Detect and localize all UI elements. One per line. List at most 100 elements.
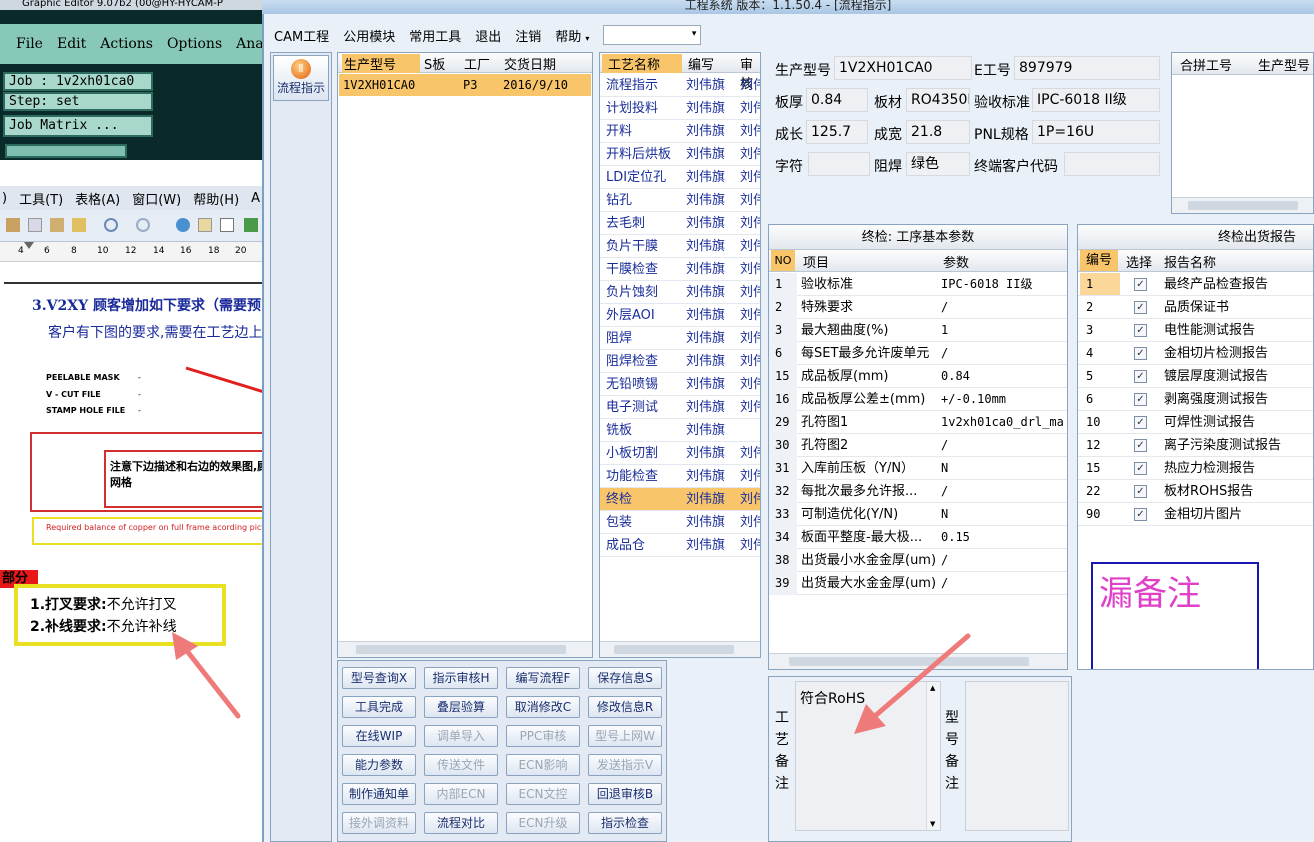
field-character[interactable] <box>808 152 870 176</box>
menu-combo-box[interactable]: ▾ <box>603 25 702 45</box>
col-model[interactable]: 生产型号 <box>342 54 420 73</box>
action-button[interactable]: 指示检查 <box>588 812 662 834</box>
table-row[interactable]: 30 孔符图2 / <box>769 434 1067 457</box>
action-button[interactable]: 能力参数 <box>342 754 416 776</box>
table-row[interactable]: 2 ✓ 品质保证书 <box>1078 296 1313 319</box>
checkbox[interactable]: ✓ <box>1134 462 1147 475</box>
action-button[interactable]: 内部ECN <box>424 783 498 805</box>
action-button[interactable]: 修改信息R <box>588 696 662 718</box>
combine-hscrollbar[interactable] <box>1172 197 1313 213</box>
word-menu-window[interactable]: 窗口(W) <box>132 189 181 208</box>
format-painter-icon[interactable] <box>72 218 86 232</box>
scroll-thumb[interactable] <box>356 645 566 654</box>
table-row[interactable]: 阻焊 刘伟旗刘伟 <box>600 327 760 350</box>
scroll-thumb[interactable] <box>614 645 734 654</box>
menu-help[interactable]: 帮助 ▾ <box>555 26 589 45</box>
table-row[interactable]: 16 成品板厚公差±(mm) +/-0.10mm <box>769 388 1067 411</box>
action-button[interactable]: 保存信息S <box>588 667 662 689</box>
checkbox[interactable]: ✓ <box>1134 278 1147 291</box>
table-row[interactable]: 39 出货最大水金金厚(um) / <box>769 572 1067 595</box>
menu-options[interactable]: Options <box>167 36 222 52</box>
col-s-board[interactable]: S板 <box>424 54 445 73</box>
field-length[interactable]: 125.7 <box>806 120 868 144</box>
field-solder-mask[interactable]: 绿色 <box>906 152 970 176</box>
redo-icon[interactable] <box>136 218 150 232</box>
table-row[interactable]: 功能检查 刘伟旗刘伟 <box>600 465 760 488</box>
table-row[interactable]: 去毛刺 刘伟旗刘伟 <box>600 212 760 235</box>
col-report-name[interactable]: 报告名称 <box>1164 252 1216 271</box>
table-row[interactable]: 15 ✓ 热应力检测报告 <box>1078 457 1313 480</box>
table-row[interactable]: 2 特殊要求 / <box>769 296 1067 319</box>
table-row[interactable]: 负片蚀刻 刘伟旗刘伟 <box>600 281 760 304</box>
table-row[interactable]: 90 ✓ 金相切片图片 <box>1078 503 1313 526</box>
tables-icon[interactable] <box>198 218 212 232</box>
table-row[interactable]: 29 孔符图1 1v2xh01ca0_drl_ma. <box>769 411 1067 434</box>
copy-icon[interactable] <box>28 218 42 232</box>
table-row[interactable]: 包装 刘伟旗刘伟 <box>600 511 760 534</box>
menu-exit[interactable]: 退出 <box>475 26 501 45</box>
menu-file[interactable]: File <box>16 36 43 52</box>
menu-public-module[interactable]: 公用模块 <box>343 26 395 45</box>
col-combine-model[interactable]: 生产型号 <box>1258 55 1310 74</box>
table-row[interactable]: 干膜检查 刘伟旗刘伟 <box>600 258 760 281</box>
action-button[interactable]: 接外调资料 <box>342 812 416 834</box>
action-button[interactable]: 型号查询X <box>342 667 416 689</box>
checkbox[interactable]: ✓ <box>1134 508 1147 521</box>
table-row[interactable]: 3 最大翘曲度(%) 1 <box>769 319 1067 342</box>
action-button[interactable]: 编写流程F <box>506 667 580 689</box>
scroll-thumb[interactable] <box>1188 201 1298 210</box>
field-model[interactable]: 1V2XH01CA0 <box>834 56 972 80</box>
table-row[interactable]: 无铅喷锡 刘伟旗刘伟 <box>600 373 760 396</box>
field-thickness[interactable]: 0.84 <box>806 88 868 112</box>
table-row[interactable]: 1 验收标准 IPC-6018 II级 <box>769 273 1067 296</box>
action-button[interactable]: 发送指示V <box>588 754 662 776</box>
action-button[interactable]: 流程对比 <box>424 812 498 834</box>
table-row[interactable]: LDI定位孔 刘伟旗刘伟 <box>600 166 760 189</box>
field-material[interactable]: RO4350B <box>906 88 970 112</box>
table-row[interactable]: 38 出货最小水金金厚(um) / <box>769 549 1067 572</box>
field-width[interactable]: 21.8 <box>906 120 970 144</box>
checkbox[interactable]: ✓ <box>1134 347 1147 360</box>
field-pnl[interactable]: 1P=16U <box>1032 120 1160 144</box>
table-row[interactable]: 计划投料 刘伟旗刘伟 <box>600 97 760 120</box>
action-button[interactable]: ECN文控 <box>506 783 580 805</box>
field-end-customer[interactable] <box>1064 152 1160 176</box>
checkbox[interactable]: ✓ <box>1134 301 1147 314</box>
table-row[interactable]: 外层AOI 刘伟旗刘伟 <box>600 304 760 327</box>
menu-common-tools[interactable]: 常用工具 <box>409 26 461 45</box>
checkbox[interactable]: ✓ <box>1134 485 1147 498</box>
menu-cam[interactable]: CAM工程 <box>274 26 329 45</box>
table-row[interactable]: 31 入库前压板（Y/N） N <box>769 457 1067 480</box>
table-row[interactable]: 流程指示 刘伟旗刘伟 <box>600 74 760 97</box>
table-row[interactable]: 3 ✓ 电性能测试报告 <box>1078 319 1313 342</box>
col-param[interactable]: 参数 <box>943 252 969 271</box>
scroll-down-icon[interactable]: ▼ <box>930 820 935 828</box>
table-row[interactable]: 电子测试 刘伟旗刘伟 <box>600 396 760 419</box>
checkbox[interactable]: ✓ <box>1134 439 1147 452</box>
action-button[interactable]: 制作通知单 <box>342 783 416 805</box>
table-row[interactable]: 33 可制造优化(Y/N) N <box>769 503 1067 526</box>
col-item[interactable]: 项目 <box>803 252 829 271</box>
col-select[interactable]: 选择 <box>1126 252 1152 271</box>
table-row[interactable]: 12 ✓ 离子污染度测试报告 <box>1078 434 1313 457</box>
orders-hscrollbar[interactable] <box>338 641 592 657</box>
action-button[interactable]: 在线WIP <box>342 725 416 747</box>
field-e-no[interactable]: 897979 <box>1014 56 1160 80</box>
action-button[interactable]: 调单导入 <box>424 725 498 747</box>
table-row[interactable]: 铣板 刘伟旗 <box>600 419 760 442</box>
paste-icon[interactable] <box>50 218 64 232</box>
table-row[interactable]: 1V2XH01CA0 P3 2016/9/10 <box>339 74 591 96</box>
action-button[interactable]: 取消修改C <box>506 696 580 718</box>
word-menu-more[interactable]: A <box>251 191 260 206</box>
undo-icon[interactable] <box>104 218 118 232</box>
action-button[interactable]: 回退审核B <box>588 783 662 805</box>
indent-marker-icon[interactable] <box>24 242 34 249</box>
col-delivery[interactable]: 交货日期 <box>504 54 556 73</box>
action-button[interactable]: ECN升级 <box>506 812 580 834</box>
field-standard[interactable]: IPC-6018 II级 <box>1032 88 1160 112</box>
col-no[interactable]: NO <box>771 250 795 271</box>
table-row[interactable]: 成品仓 刘伟旗刘伟 <box>600 534 760 557</box>
table-row[interactable]: 钻孔 刘伟旗刘伟 <box>600 189 760 212</box>
table-row[interactable]: 6 每SET最多允许废单元 / <box>769 342 1067 365</box>
flow-instruction-button[interactable]: Ⅱ 流程指示 <box>273 55 329 101</box>
